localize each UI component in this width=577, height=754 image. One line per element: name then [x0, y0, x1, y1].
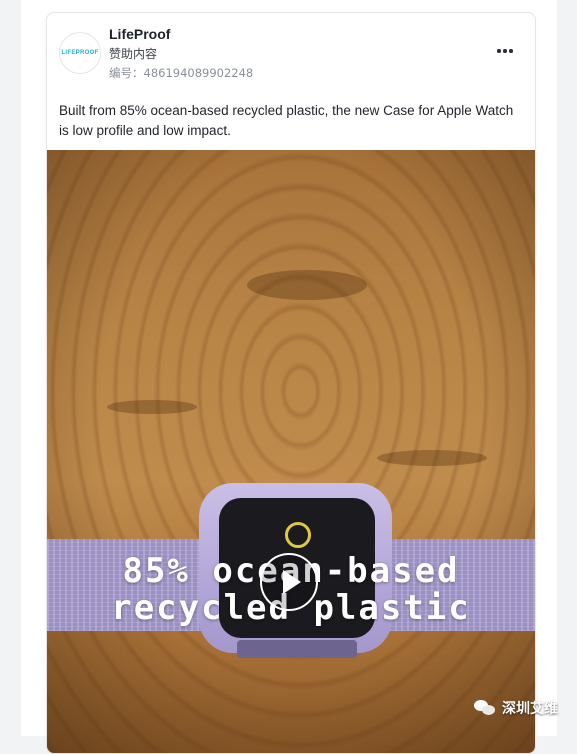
watermark-text: 深圳艾维	[502, 701, 558, 717]
brand-avatar[interactable]: LIFEPROOF	[59, 32, 101, 74]
watch-complication	[285, 522, 311, 548]
avatar-logo-text: LIFEPROOF	[61, 50, 99, 56]
dot	[497, 49, 501, 53]
post-id-label: 编号：	[109, 66, 144, 80]
sponsored-post-card: LIFEPROOF LifeProof 赞助内容 编号：486194089902…	[46, 12, 536, 754]
play-icon[interactable]	[260, 553, 318, 611]
dot	[509, 49, 513, 53]
post-description: Built from 85% ocean-based recycled plas…	[59, 103, 514, 138]
video-player[interactable]: 85% ocean-based recycled plastic	[47, 150, 535, 753]
wood-texture	[247, 270, 367, 300]
brand-name[interactable]: LifeProof	[109, 26, 170, 42]
wechat-icon	[474, 699, 496, 717]
more-options-icon[interactable]	[491, 41, 519, 61]
feed-column: LIFEPROOF LifeProof 赞助内容 编号：486194089902…	[21, 0, 557, 754]
post-header: LIFEPROOF LifeProof 赞助内容 编号：486194089902…	[47, 13, 535, 95]
wood-texture	[107, 400, 197, 414]
post-id-value: 486194089902248	[143, 66, 254, 80]
wood-texture	[377, 450, 487, 466]
post-id-line: 编号：486194089902248	[109, 65, 253, 81]
sponsored-label: 赞助内容	[109, 47, 158, 61]
watch-base	[237, 640, 357, 658]
watermark: 深圳艾维	[474, 698, 558, 718]
dot	[503, 49, 507, 53]
